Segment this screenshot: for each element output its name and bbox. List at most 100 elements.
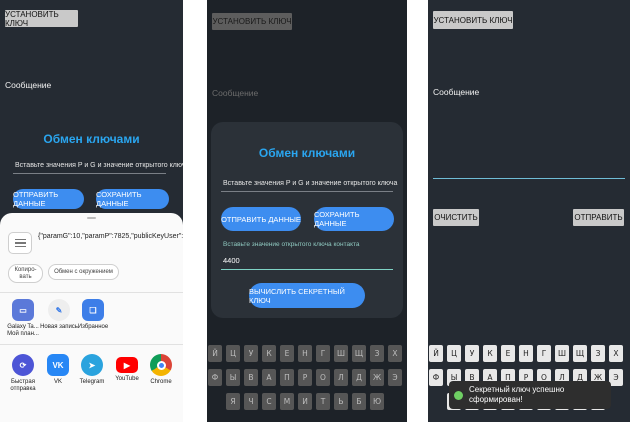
- send-data-button[interactable]: ОТПРАВИТЬ ДАННЫЕ: [13, 189, 84, 209]
- pg-hint: Вставьте значения P и G и значение откры…: [223, 180, 398, 187]
- key[interactable]: Р: [298, 369, 312, 386]
- key[interactable]: М: [280, 393, 294, 410]
- key[interactable]: Ж: [370, 369, 384, 386]
- app-youtube[interactable]: ▶ YouTube: [108, 354, 146, 383]
- key[interactable]: И: [298, 393, 312, 410]
- key[interactable]: Н: [519, 345, 533, 362]
- save-data-button[interactable]: СОХРАНИТЬ ДАННЫЕ: [314, 207, 394, 231]
- key[interactable]: Е: [280, 345, 294, 362]
- key[interactable]: Т: [316, 393, 330, 410]
- key[interactable]: К: [262, 345, 276, 362]
- message-label: Сообщение: [5, 80, 52, 90]
- key[interactable]: Ь: [334, 393, 348, 410]
- app-quick-share[interactable]: ⟳ Быстрая отправка: [4, 354, 42, 393]
- key[interactable]: Э: [609, 369, 623, 386]
- share-target-label: Новая запись: [40, 324, 78, 330]
- key[interactable]: К: [483, 345, 497, 362]
- app-label: YouTube: [115, 376, 139, 382]
- key[interactable]: О: [316, 369, 330, 386]
- key[interactable]: Щ: [573, 345, 587, 362]
- key[interactable]: Ч: [244, 393, 258, 410]
- key[interactable]: Н: [298, 345, 312, 362]
- share-target-note[interactable]: ✎ Новая запись: [40, 299, 78, 331]
- key[interactable]: Ш: [334, 345, 348, 362]
- contact-key-underline: [221, 269, 393, 270]
- key[interactable]: Б: [352, 393, 366, 410]
- app-icon: [454, 390, 463, 400]
- key[interactable]: Г: [537, 345, 551, 362]
- share-target-galaxy[interactable]: ▭ Galaxy Ta... Мой план...: [4, 299, 42, 338]
- send-data-button[interactable]: ОТПРАВИТЬ ДАННЫЕ: [221, 207, 301, 231]
- key[interactable]: Ц: [447, 345, 461, 362]
- set-key-button[interactable]: УСТАНОВИТЬ КЛЮЧ: [5, 10, 78, 28]
- compute-secret-key-button[interactable]: ВЫЧИСЛИТЬ СЕКРЕТНЫЙ КЛЮЧ: [249, 283, 365, 308]
- screen-share-sheet: УСТАНОВИТЬ КЛЮЧ Сообщение Обмен ключами …: [0, 0, 183, 422]
- sheet-handle[interactable]: [87, 217, 96, 219]
- app-vk[interactable]: VK VK: [39, 354, 77, 386]
- copy-chip[interactable]: Копиро-вать: [8, 264, 43, 283]
- chrome-icon: [150, 354, 172, 376]
- page-title: Обмен ключами: [43, 132, 140, 146]
- key[interactable]: Д: [352, 369, 366, 386]
- key[interactable]: Ф: [429, 369, 443, 386]
- key[interactable]: З: [591, 345, 605, 362]
- share-target-label: Избранное: [77, 324, 109, 330]
- screen-key-dialog: УСТАНОВИТЬ КЛЮЧ Сообщение Обмен ключами …: [207, 0, 407, 422]
- nearby-share-chip[interactable]: Обмен с окружением: [48, 264, 119, 280]
- key[interactable]: Л: [334, 369, 348, 386]
- document-icon: [8, 232, 32, 254]
- pg-input[interactable]: [13, 173, 166, 174]
- pg-input[interactable]: [221, 191, 393, 192]
- key[interactable]: Щ: [352, 345, 366, 362]
- app-label: Быстрая отправка: [10, 379, 36, 392]
- telegram-icon: ➤: [81, 354, 103, 376]
- key[interactable]: Э: [388, 369, 402, 386]
- dialog-title: Обмен ключами: [258, 146, 356, 160]
- pg-hint: Вставьте значения P и G и значение откры…: [15, 162, 183, 169]
- key[interactable]: З: [370, 345, 384, 362]
- success-toast: Секретный ключ успешно сформирован!: [449, 381, 611, 409]
- key[interactable]: П: [280, 369, 294, 386]
- set-key-button[interactable]: УСТАНОВИТЬ КЛЮЧ: [433, 11, 513, 29]
- key[interactable]: Е: [501, 345, 515, 362]
- note-icon: ✎: [48, 299, 70, 321]
- youtube-icon: ▶: [116, 357, 138, 373]
- key[interactable]: Ц: [226, 345, 240, 362]
- set-key-button[interactable]: УСТАНОВИТЬ КЛЮЧ: [212, 13, 292, 30]
- divider: [0, 292, 183, 293]
- key-exchange-dialog: Обмен ключами Вставьте значения P и G и …: [211, 122, 403, 318]
- key[interactable]: А: [262, 369, 276, 386]
- quick-share-icon: ⟳: [12, 354, 34, 376]
- save-data-button[interactable]: СОХРАНИТЬ ДАННЫЕ: [96, 189, 169, 209]
- key[interactable]: Х: [388, 345, 402, 362]
- message-input[interactable]: [433, 178, 625, 179]
- key[interactable]: Й: [429, 345, 443, 362]
- key[interactable]: Х: [609, 345, 623, 362]
- share-target-favorites[interactable]: ❏ Избранное: [74, 299, 112, 331]
- key[interactable]: Ю: [370, 393, 384, 410]
- key[interactable]: У: [244, 345, 258, 362]
- key[interactable]: Ф: [208, 369, 222, 386]
- send-button[interactable]: ОТПРАВИТЬ: [573, 209, 624, 226]
- app-telegram[interactable]: ➤ Telegram: [73, 354, 111, 386]
- key[interactable]: Ы: [226, 369, 240, 386]
- key[interactable]: Й: [208, 345, 222, 362]
- share-preview-text: {"paramG":10,"paramP":7825,"publicKeyUse…: [38, 233, 183, 240]
- key[interactable]: Ш: [555, 345, 569, 362]
- key[interactable]: С: [262, 393, 276, 410]
- key[interactable]: У: [465, 345, 479, 362]
- screen-message: УСТАНОВИТЬ КЛЮЧ Сообщение ОЧИСТИТЬ ОТПРА…: [428, 0, 630, 422]
- message-label: Сообщение: [433, 87, 480, 97]
- bookmark-icon: ❏: [82, 299, 104, 321]
- app-label: Chrome: [150, 379, 172, 385]
- clear-button[interactable]: ОЧИСТИТЬ: [433, 209, 479, 226]
- toast-text: Секретный ключ успешно сформирован!: [469, 385, 565, 404]
- contact-key-input[interactable]: 4400: [223, 256, 240, 265]
- key[interactable]: В: [244, 369, 258, 386]
- key[interactable]: Я: [226, 393, 240, 410]
- message-label: Сообщение: [212, 88, 259, 98]
- key[interactable]: Г: [316, 345, 330, 362]
- app-chrome[interactable]: Chrome: [142, 354, 180, 386]
- app-label: Telegram: [79, 379, 105, 385]
- divider: [0, 344, 183, 345]
